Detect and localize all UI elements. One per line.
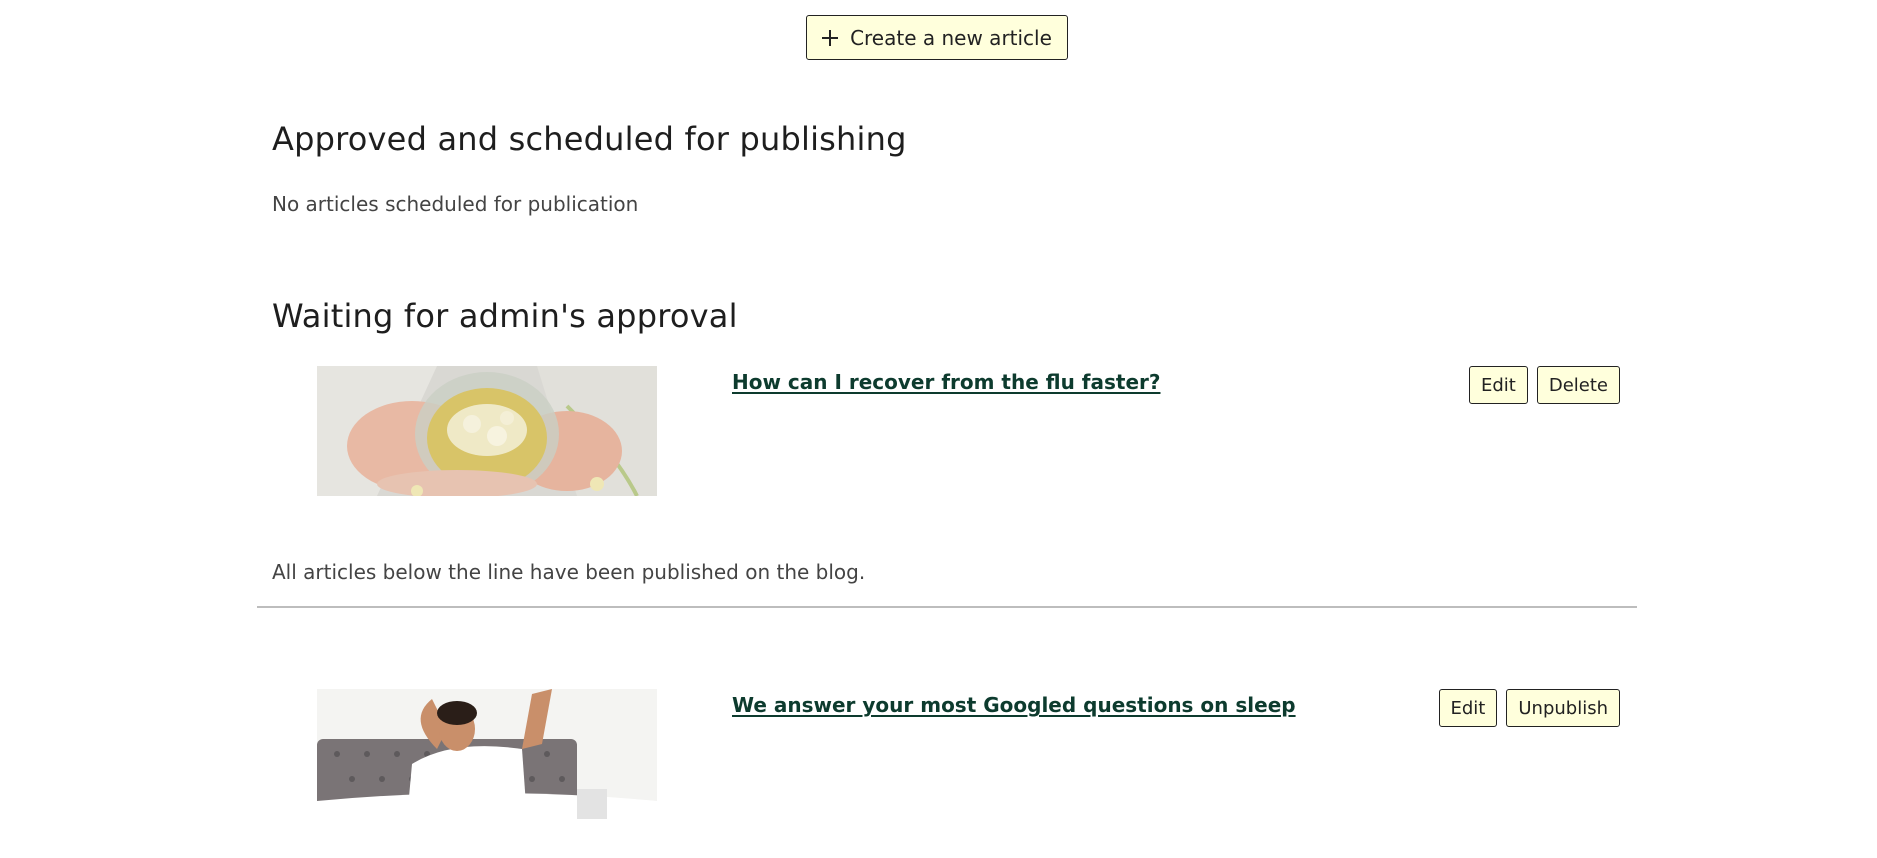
- article-thumbnail-tea[interactable]: [317, 366, 657, 496]
- article-actions: Edit Unpublish: [1438, 689, 1620, 727]
- pending-heading: Waiting for admin's approval: [272, 297, 738, 335]
- unpublish-button[interactable]: Unpublish: [1506, 689, 1620, 727]
- article-title-link[interactable]: We answer your most Googled questions on…: [732, 693, 1296, 717]
- article-actions: Edit Delete: [1468, 366, 1620, 404]
- plus-icon: [822, 29, 839, 46]
- article-item: How can I recover from the flu faster? E…: [317, 366, 1620, 496]
- published-note: All articles below the line have been pu…: [272, 560, 866, 584]
- edit-button[interactable]: Edit: [1438, 689, 1498, 727]
- delete-button[interactable]: Delete: [1536, 366, 1620, 404]
- published-divider: [257, 606, 1637, 608]
- article-thumbnail-sleep[interactable]: [317, 689, 657, 819]
- article-title-link[interactable]: How can I recover from the flu faster?: [732, 370, 1160, 394]
- articles-dashboard: Create a new article Approved and schedu…: [0, 0, 1877, 858]
- create-article-label: Create a new article: [850, 25, 1052, 50]
- create-article-button[interactable]: Create a new article: [806, 15, 1068, 60]
- scheduled-empty-text: No articles scheduled for publication: [272, 192, 639, 216]
- scheduled-heading: Approved and scheduled for publishing: [272, 120, 907, 158]
- edit-button[interactable]: Edit: [1468, 366, 1528, 404]
- article-item: We answer your most Googled questions on…: [317, 689, 1620, 819]
- create-article-bar: Create a new article: [0, 15, 1877, 60]
